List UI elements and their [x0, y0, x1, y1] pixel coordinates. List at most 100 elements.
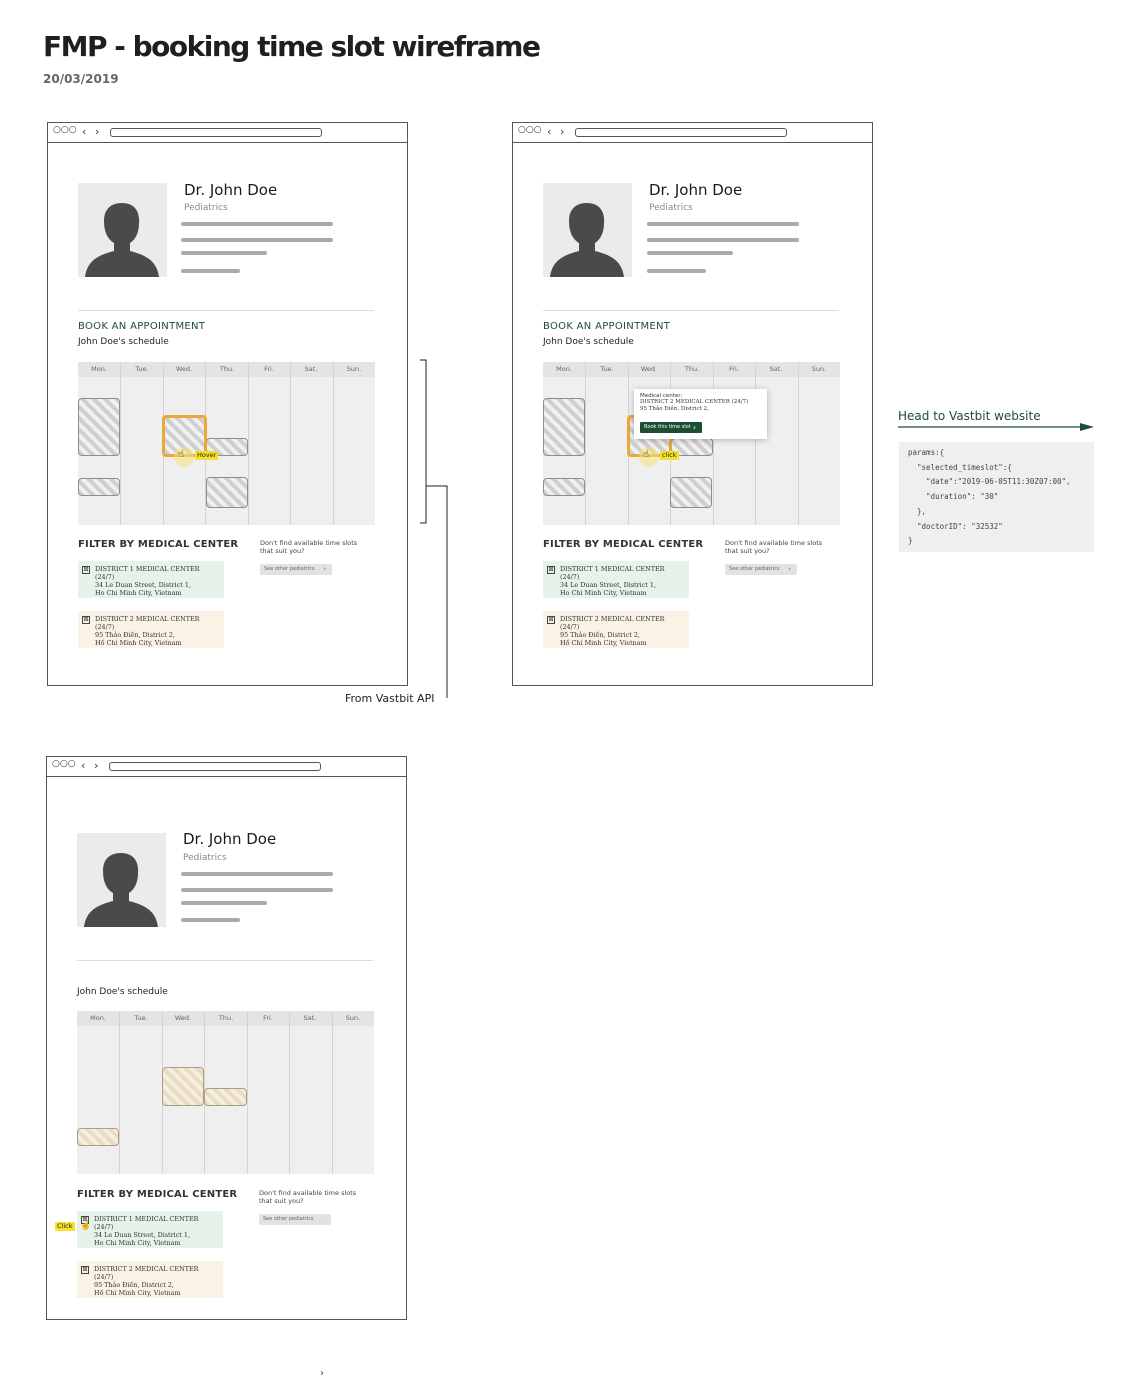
doctor-avatar: [543, 183, 632, 277]
center-city: Ho Chi Minh City, Vietnam: [560, 589, 647, 597]
center-city: Hồ Chí Minh City, Vietnam: [560, 639, 647, 647]
code-line: },: [908, 506, 927, 516]
time-slot[interactable]: [543, 398, 585, 456]
schedule-calendar: Mon. Tue. Wed. Thu. Fri. Sat. Sun. ☝ Hov…: [78, 362, 375, 525]
book-time-slot-button[interactable]: Book this time slot ›: [640, 422, 702, 433]
calendar-gridline: [798, 362, 799, 525]
see-other-pediatrics-button[interactable]: See other pediatrics ›: [260, 564, 332, 575]
code-line: "duration": "30": [908, 492, 999, 502]
calendar-gridline: [333, 362, 334, 525]
checkbox-icon[interactable]: ⊠: [82, 616, 90, 624]
day-header-sun: Sun.: [345, 1014, 361, 1022]
page-title: FMP - booking time slot wireframe: [43, 30, 541, 63]
doctor-specialty: Pediatrics: [649, 203, 693, 213]
schedule-label: John Doe's schedule: [77, 987, 168, 997]
dont-find-text: Don't find available time slots that sui…: [260, 539, 358, 555]
day-header-sat: Sat.: [304, 365, 318, 373]
bio-placeholder-line: [181, 251, 267, 255]
center-city: Hồ Chí Minh City, Vietnam: [94, 1289, 181, 1297]
day-header-wed: Wed.: [640, 365, 658, 373]
day-header-mon: Mon.: [556, 365, 572, 373]
medical-center-option-district1[interactable]: ⊠ DISTRICT 1 MEDICAL CENTER (24/7) 34 Le…: [77, 1211, 223, 1248]
time-slot[interactable]: [78, 478, 120, 496]
day-header-thu: Thu.: [684, 365, 700, 373]
medical-center-option-district1[interactable]: ⊠ DISTRICT 1 MEDICAL CENTER (24/7) 34 Le…: [543, 561, 689, 598]
day-header-fri: Fri.: [264, 365, 274, 373]
bio-placeholder-line: [181, 918, 240, 922]
window-controls-icon[interactable]: ○○○: [518, 124, 542, 136]
book-appointment-heading: BOOK AN APPOINTMENT: [78, 321, 206, 332]
code-line: "doctorID": "32532": [908, 521, 1003, 531]
center-city: Ho Chi Minh City, Vietnam: [94, 1239, 181, 1247]
checkbox-icon[interactable]: ⊠: [81, 1266, 89, 1274]
code-line: }: [908, 536, 913, 546]
time-slot[interactable]: [206, 477, 248, 508]
window-controls-icon[interactable]: ○○○: [52, 758, 76, 770]
doctor-specialty: Pediatrics: [184, 203, 228, 213]
doctor-avatar: [77, 833, 166, 927]
day-header-sat: Sat.: [769, 365, 783, 373]
medical-center-option-district2[interactable]: ⊠ DISTRICT 2 MEDICAL CENTER (24/7) 95 Th…: [543, 611, 689, 648]
browser-toolbar: ○○○ ‹ ›: [513, 123, 872, 143]
browser-frame-filter: ○○○ ‹ › Dr. John Doe Pediatrics John Doe…: [46, 756, 407, 1320]
address-bar[interactable]: [109, 762, 321, 771]
day-header-sat: Sat.: [303, 1014, 317, 1022]
hand-cursor-icon: ☝: [80, 1221, 92, 1231]
bio-placeholder-line: [647, 251, 733, 255]
medical-center-option-district2[interactable]: ⊠ DISTRICT 2 MEDICAL CENTER (24/7) 95 Th…: [77, 1261, 223, 1298]
bio-placeholder-line: [181, 269, 240, 273]
address-bar[interactable]: [575, 128, 787, 137]
forward-icon[interactable]: ›: [95, 125, 99, 139]
bio-placeholder-line: [181, 901, 267, 905]
section-divider: [78, 310, 374, 311]
address-bar[interactable]: [110, 128, 322, 137]
time-slot-popup: Medical center: DISTRICT 2 MEDICAL CENTE…: [634, 389, 767, 439]
checkbox-icon[interactable]: ⊠: [547, 566, 555, 574]
doctor-avatar: [78, 183, 167, 277]
see-other-pediatrics-button[interactable]: See other pediatrics ›: [725, 564, 797, 575]
back-icon[interactable]: ‹: [547, 125, 551, 139]
time-slot-filtered[interactable]: [77, 1128, 119, 1146]
bio-placeholder-line: [647, 222, 799, 226]
back-icon[interactable]: ‹: [81, 759, 85, 773]
bio-placeholder-line: [181, 238, 333, 242]
doctor-name: Dr. John Doe: [183, 830, 277, 848]
medical-center-option-district2[interactable]: ⊠ DISTRICT 2 MEDICAL CENTER (24/7) 95 Th…: [78, 611, 224, 648]
from-api-annotation: From Vastbit API: [345, 692, 435, 705]
day-header-tue: Tue.: [135, 365, 149, 373]
calendar-gridline: [713, 362, 714, 525]
forward-icon[interactable]: ›: [94, 759, 98, 773]
checkbox-icon[interactable]: ⊠: [547, 616, 555, 624]
browser-toolbar: ○○○ ‹ ›: [47, 757, 406, 777]
checkbox-icon[interactable]: ⊠: [82, 566, 90, 574]
day-header-tue: Tue.: [134, 1014, 148, 1022]
chevron-right-icon: ›: [323, 565, 326, 573]
medical-center-option-district1[interactable]: ⊠ DISTRICT 1 MEDICAL CENTER (24/7) 34 Le…: [78, 561, 224, 598]
time-slot-filtered[interactable]: [204, 1088, 247, 1106]
api-bracket-connector: [420, 359, 448, 698]
center-address: 34 Le Duan Street, District 1,: [560, 581, 657, 589]
button-label: See other pediatrics: [264, 566, 315, 572]
filter-heading: FILTER BY MEDICAL CENTER: [77, 1189, 238, 1200]
back-icon[interactable]: ‹: [82, 125, 86, 139]
person-silhouette-icon: [84, 853, 158, 927]
see-other-pediatrics-button[interactable]: See other pediatrics: [259, 1214, 331, 1225]
center-address: 95 Thảo Điền, District 2,: [94, 1281, 174, 1289]
day-header-mon: Mon.: [91, 365, 107, 373]
day-header-sun: Sun.: [346, 365, 362, 373]
window-controls-icon[interactable]: ○○○: [53, 124, 77, 136]
time-slot[interactable]: [543, 478, 585, 496]
dont-find-text: Don't find available time slots that sui…: [725, 539, 823, 555]
time-slot-filtered[interactable]: [162, 1067, 204, 1106]
day-header-sun: Sun.: [811, 365, 827, 373]
schedule-label: John Doe's schedule: [543, 337, 634, 347]
calendar-gridline: [248, 362, 249, 525]
time-slot[interactable]: [670, 477, 712, 508]
button-label: Book this time slot: [644, 424, 691, 430]
button-label: See other pediatrics: [263, 1216, 314, 1222]
chevron-right-icon: ›: [320, 1368, 324, 1379]
forward-icon[interactable]: ›: [560, 125, 564, 139]
time-slot[interactable]: [78, 398, 120, 456]
hover-annotation: Hover: [195, 451, 219, 460]
filter-heading: FILTER BY MEDICAL CENTER: [78, 539, 239, 550]
